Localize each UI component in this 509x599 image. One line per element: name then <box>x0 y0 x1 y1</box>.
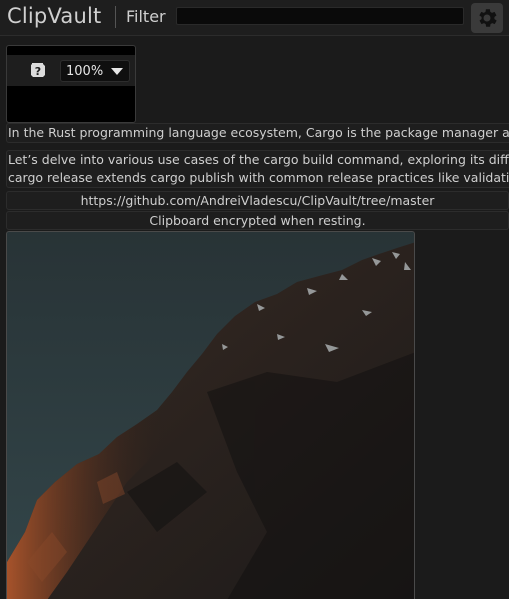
zoom-value: 100% <box>66 63 104 79</box>
question-icon: ? <box>31 63 45 78</box>
mountain-photo <box>7 232 414 599</box>
clipvault-window: ClipVault Filter ? 100% In the Rust prog… <box>0 0 509 599</box>
gear-icon <box>479 9 497 27</box>
link-text: https://github.com/AndreiVladescu/ClipVa… <box>80 193 435 208</box>
clip-entry[interactable]: Let’s delve into various use cases of th… <box>6 150 509 188</box>
filter-label: Filter <box>126 7 166 26</box>
status-text: Clipboard encrypted when resting. <box>149 213 366 228</box>
filter-input[interactable] <box>176 7 464 25</box>
clip-entry-line: In the Rust programming language ecosyst… <box>8 125 509 140</box>
clip-entry-link[interactable]: https://github.com/AndreiVladescu/ClipVa… <box>6 191 509 210</box>
svg-text:?: ? <box>35 65 41 78</box>
clip-entry-line: Let’s delve into various use cases of th… <box>8 152 509 167</box>
app-title: ClipVault <box>7 4 102 28</box>
help-button[interactable]: ? <box>29 61 47 79</box>
clip-entry-image[interactable] <box>6 231 415 599</box>
header-divider <box>115 6 116 28</box>
clip-entry-line: cargo release extends cargo publish with… <box>8 170 509 185</box>
header-bar: ClipVault Filter <box>0 0 509 36</box>
settings-button[interactable] <box>471 3 503 33</box>
zoom-dropdown[interactable]: 100% <box>60 60 130 82</box>
image-toolbar-panel: ? 100% <box>6 45 136 123</box>
clip-entry[interactable]: In the Rust programming language ecosyst… <box>6 123 509 143</box>
chevron-down-icon <box>111 68 123 75</box>
encryption-status: Clipboard encrypted when resting. <box>6 211 509 230</box>
toolbar-bar: ? 100% <box>7 55 135 86</box>
